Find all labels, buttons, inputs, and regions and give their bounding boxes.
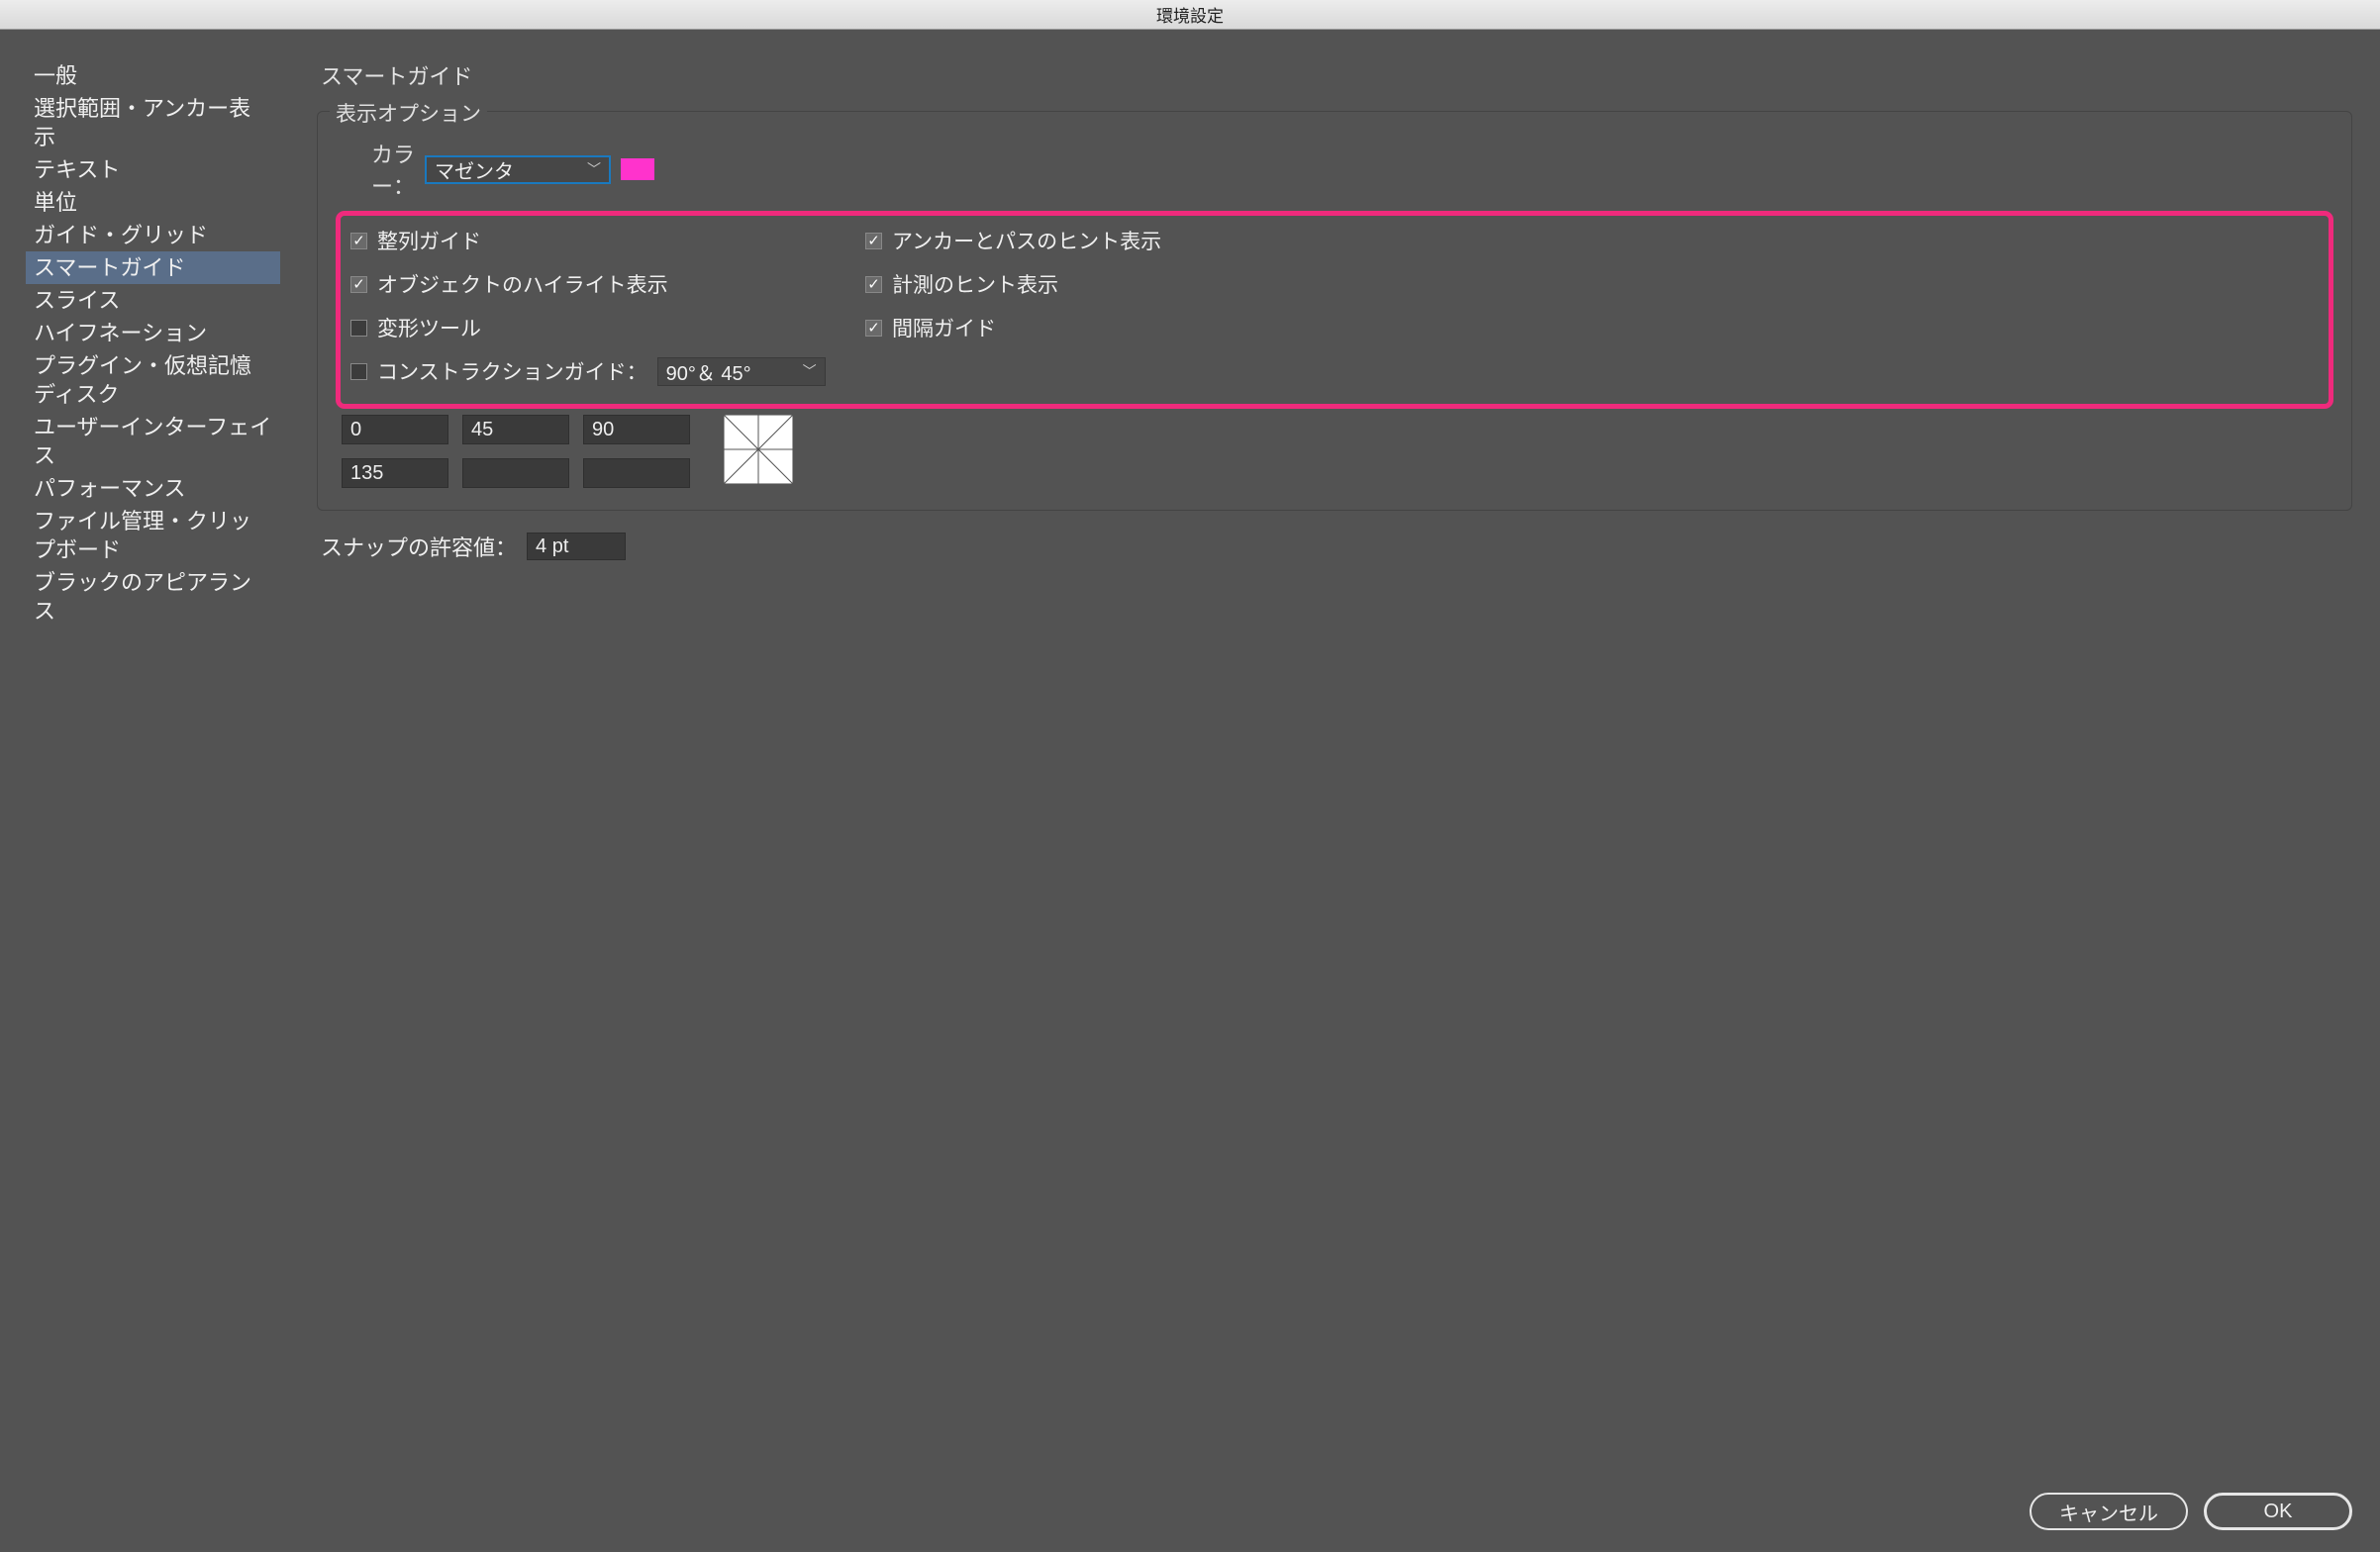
checkbox-icon — [865, 233, 882, 249]
color-select[interactable]: マゼンタ ﹀ — [425, 155, 611, 184]
checkbox-label: アンカーとパスのヒント表示 — [892, 226, 1161, 255]
panel-title: スマートガイド — [321, 59, 2352, 91]
checkbox-alignment-guides[interactable]: 整列ガイド — [350, 226, 826, 255]
checkbox-icon — [350, 276, 367, 293]
sidebar-item-file-clipboard[interactable]: ファイル管理・クリップボード — [26, 505, 280, 566]
checkbox-label: 変形ツール — [377, 313, 481, 342]
checkbox-label: 間隔ガイド — [892, 313, 996, 342]
dialog-content: 一般 選択範囲・アンカー表示 テキスト 単位 ガイド・グリッド スマートガイド … — [0, 30, 2380, 1552]
preferences-sidebar: 一般 選択範囲・アンカー表示 テキスト 単位 ガイド・グリッド スマートガイド … — [26, 59, 280, 628]
checkbox-label: コンストラクションガイド： — [377, 356, 647, 386]
color-swatch[interactable] — [621, 158, 654, 180]
sidebar-item-performance[interactable]: パフォーマンス — [26, 472, 280, 505]
angle-input-2[interactable] — [583, 415, 690, 444]
construction-guide-select[interactable]: 90°＆ 45° ﹀ — [657, 357, 826, 386]
construction-guide-select-value: 90°＆ 45° — [666, 357, 751, 386]
sidebar-item-guides-grid[interactable]: ガイド・グリッド — [26, 219, 280, 251]
checkbox-icon — [865, 320, 882, 337]
angle-input-4[interactable] — [462, 458, 569, 488]
angle-input-5[interactable] — [583, 458, 690, 488]
chevron-down-icon: ﹀ — [803, 361, 817, 381]
sidebar-item-ui[interactable]: ユーザーインターフェイス — [26, 411, 280, 472]
checkbox-label: オブジェクトのハイライト表示 — [377, 269, 668, 299]
angle-inputs-row — [342, 415, 2333, 492]
window-title: 環境設定 — [1156, 2, 1224, 27]
snap-tolerance-input[interactable] — [527, 533, 626, 560]
checkbox-measurement-hints[interactable]: 計測のヒント表示 — [865, 269, 2319, 299]
color-select-value: マゼンタ — [435, 155, 514, 184]
sidebar-item-black-appearance[interactable]: ブラックのアピアランス — [26, 566, 280, 628]
main-panel: スマートガイド 表示オプション カラー： マゼンタ ﹀ 整列ガイド — [317, 59, 2352, 562]
checkbox-icon — [350, 320, 367, 337]
sidebar-item-slices[interactable]: スライス — [26, 284, 280, 317]
sidebar-item-type[interactable]: テキスト — [26, 153, 280, 186]
cancel-button[interactable]: キャンセル — [2030, 1493, 2188, 1530]
sidebar-item-smart-guides[interactable]: スマートガイド — [26, 251, 280, 284]
snap-tolerance-row: スナップの許容値： — [321, 531, 2352, 562]
checkbox-anchor-path-hints[interactable]: アンカーとパスのヒント表示 — [865, 226, 2319, 255]
chevron-down-icon: ﹀ — [587, 159, 601, 179]
checkbox-transform-tools[interactable]: 変形ツール — [350, 313, 826, 342]
angle-input-0[interactable] — [342, 415, 448, 444]
highlighted-checkbox-region: 整列ガイド オブジェクトのハイライト表示 変形ツール コンストラクショ — [336, 211, 2333, 409]
checkbox-icon — [350, 363, 367, 380]
sidebar-item-selection-anchor[interactable]: 選択範囲・アンカー表示 — [26, 92, 280, 153]
checkbox-label: 計測のヒント表示 — [892, 269, 1058, 299]
display-options-label: 表示オプション — [330, 98, 487, 128]
display-options-group: 表示オプション カラー： マゼンタ ﹀ 整列ガイド — [317, 111, 2352, 511]
checkbox-icon — [865, 276, 882, 293]
color-label: カラー： — [344, 138, 415, 201]
sidebar-item-plugins-scratch[interactable]: プラグイン・仮想記憶ディスク — [26, 349, 280, 411]
window-titlebar: 環境設定 — [0, 0, 2380, 30]
angle-preview-icon — [724, 415, 793, 484]
checkbox-icon — [350, 233, 367, 249]
checkbox-object-highlight[interactable]: オブジェクトのハイライト表示 — [350, 269, 826, 299]
snap-tolerance-label: スナップの許容値： — [321, 531, 517, 562]
angle-input-1[interactable] — [462, 415, 569, 444]
ok-button[interactable]: OK — [2204, 1493, 2352, 1530]
sidebar-item-hyphenation[interactable]: ハイフネーション — [26, 317, 280, 349]
checkbox-label: 整列ガイド — [377, 226, 481, 255]
angle-input-3[interactable] — [342, 458, 448, 488]
checkbox-spacing-guides[interactable]: 間隔ガイド — [865, 313, 2319, 342]
sidebar-item-general[interactable]: 一般 — [26, 59, 280, 92]
sidebar-item-units[interactable]: 単位 — [26, 186, 280, 219]
dialog-footer: キャンセル OK — [2030, 1493, 2352, 1530]
checkbox-construction-guides[interactable]: コンストラクションガイド： 90°＆ 45° ﹀ — [350, 356, 826, 386]
